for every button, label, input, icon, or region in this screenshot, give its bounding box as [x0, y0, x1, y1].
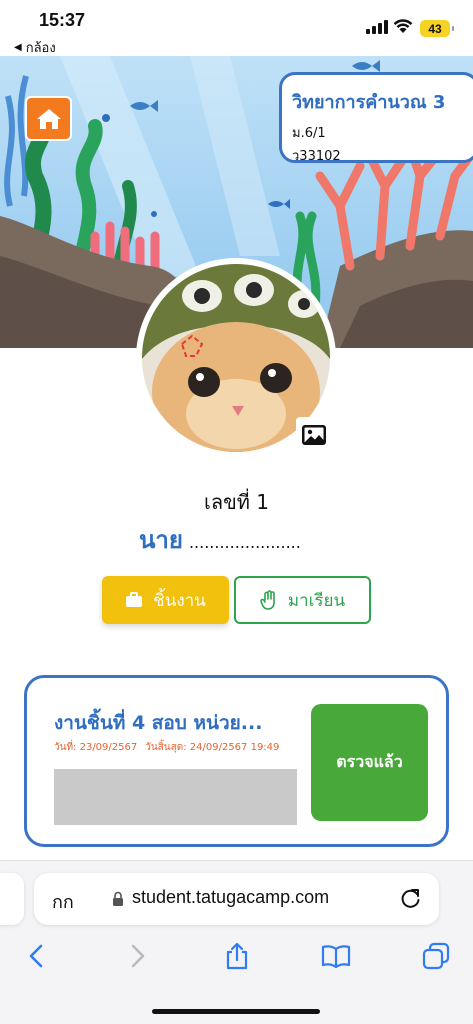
bookmarks-icon[interactable] [321, 941, 351, 971]
back-triangle-icon: ◀ [14, 42, 22, 53]
back-to-camera-link[interactable]: ◀ กล้อง [14, 37, 56, 58]
browser-toolbar: กก student.tatugacamp.com [0, 860, 473, 1024]
class-title: วิทยาการคำนวณ 3 [292, 92, 446, 113]
assignment-due-date: วันสิ้นสุด: 24/09/2567 19:49 [145, 742, 280, 753]
cellular-signal-icon [366, 20, 388, 34]
back-icon[interactable] [22, 941, 52, 971]
home-icon [36, 108, 61, 129]
page: 15:37 ◀ กล้อง 43 วิทยาการคำนวณ 3 ม.6/1 ว… [0, 0, 473, 1024]
status-time: 15:37 [39, 10, 86, 30]
work-button[interactable]: ชิ้นงาน [102, 576, 229, 624]
share-icon[interactable] [222, 941, 252, 971]
attend-button-label: มาเรียน [287, 590, 346, 611]
tabs-icon[interactable] [421, 941, 451, 971]
work-button-label: ชิ้นงาน [153, 590, 206, 611]
student-name: นาย ...................... [139, 520, 301, 559]
reload-icon[interactable] [400, 887, 422, 909]
reader-options-button[interactable]: กก [52, 887, 74, 916]
briefcase-icon [126, 592, 143, 607]
forward-icon[interactable] [122, 941, 152, 971]
class-code: ว33102 [292, 149, 341, 164]
url-text: student.tatugacamp.com [132, 887, 330, 907]
assignment-assigned-date: วันที่: 23/09/2567 [54, 742, 138, 753]
change-photo-button[interactable] [296, 417, 332, 453]
status-bar: 15:37 ◀ กล้อง 43 [0, 0, 473, 56]
assignment-card[interactable]: งานชิ้นที่ 4 สอบ หน่วย... วันที่: 23/09/… [24, 675, 449, 847]
assignment-dates: วันที่: 23/09/2567 วันสิ้นสุด: 24/09/256… [54, 740, 279, 755]
assignment-status-badge[interactable]: ตรวจแล้ว [311, 704, 428, 821]
address-bar[interactable]: กก student.tatugacamp.com [34, 873, 439, 925]
home-indicator [152, 1009, 320, 1014]
assignment-thumbnail [54, 769, 297, 825]
wifi-icon [393, 19, 413, 33]
hand-icon [260, 590, 275, 610]
class-info-card: วิทยาการคำนวณ 3 ม.6/1 ว33102 [279, 72, 473, 164]
home-button[interactable] [25, 96, 72, 141]
battery-indicator: 43 [420, 20, 454, 37]
back-app-label: กล้อง [25, 41, 56, 56]
image-icon [302, 425, 326, 445]
student-number: เลขที่ 1 [203, 490, 270, 514]
name-value: ...................... [188, 533, 301, 552]
class-level: ม.6/1 [292, 126, 326, 141]
previous-tab-preview[interactable] [0, 873, 24, 925]
lock-icon [113, 891, 123, 906]
attend-button[interactable]: มาเรียน [234, 576, 371, 624]
assignment-title: งานชิ้นที่ 4 สอบ หน่วย... [54, 712, 263, 734]
name-prefix: นาย [139, 526, 183, 554]
